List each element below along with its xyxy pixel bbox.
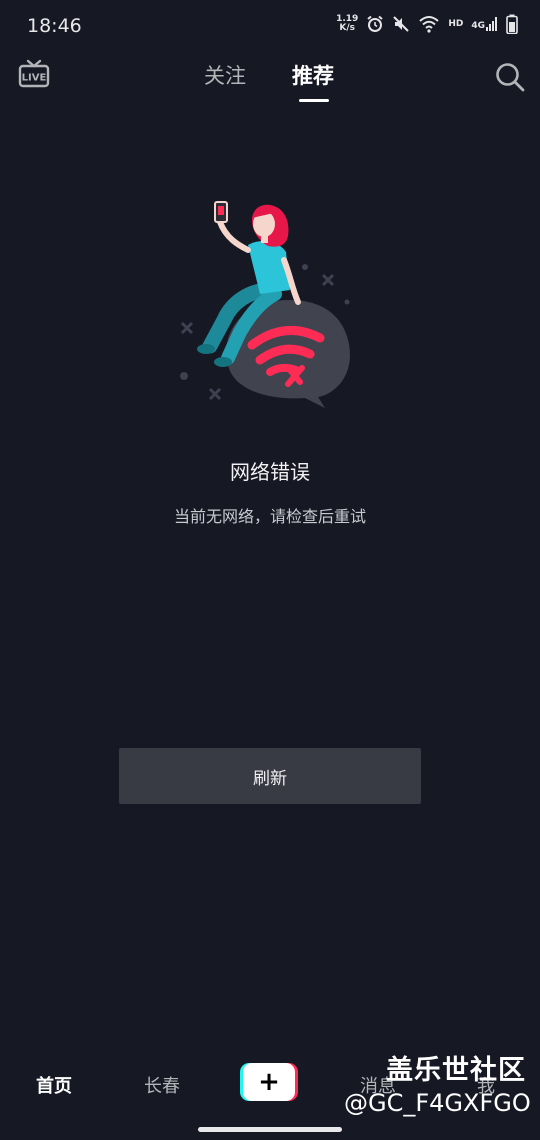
- network-error-illustration: [160, 190, 380, 420]
- hd-label: HD: [448, 19, 463, 29]
- refresh-button[interactable]: 刷新: [119, 748, 421, 804]
- top-nav: LIVE 关注 推荐: [0, 52, 540, 112]
- tab-city[interactable]: 长春: [144, 1072, 180, 1098]
- alarm-icon: [367, 15, 383, 32]
- plus-icon: +: [258, 1067, 280, 1097]
- battery-icon: [506, 14, 518, 34]
- network-type: 4G: [471, 21, 485, 31]
- net-speed-unit: K/s: [339, 23, 356, 33]
- signal-group: 4G: [471, 17, 498, 31]
- tab-recommend[interactable]: 推荐: [292, 60, 334, 90]
- wifi-icon: [419, 16, 439, 33]
- active-tab-indicator: [299, 99, 329, 102]
- status-icons: 1.19 K/s HD 4G: [336, 14, 518, 34]
- girl-on-wifi-bubble-icon: [180, 201, 350, 408]
- status-time: 18:46: [27, 15, 82, 37]
- hd-text: HD: [448, 19, 464, 29]
- error-title: 网络错误: [230, 460, 310, 484]
- tab-follow[interactable]: 关注: [204, 60, 246, 90]
- status-bar: 18:46 1.19 K/s HD 4G: [0, 0, 540, 52]
- tab-home[interactable]: 首页: [36, 1072, 72, 1098]
- mute-icon: [393, 16, 410, 32]
- add-video-button[interactable]: +: [240, 1063, 298, 1101]
- signal-icon: [486, 17, 497, 31]
- error-subtitle: 当前无网络，请检查后重试: [173, 507, 366, 526]
- home-indicator[interactable]: [198, 1127, 342, 1132]
- app-screen: 18:46 1.19 K/s HD 4G LIVE 关注 推荐 网络错误 当前无…: [0, 0, 540, 1140]
- watermark-id: @GC_F4GXFGO: [344, 1089, 531, 1117]
- net-speed: 1.19 K/s: [336, 15, 358, 33]
- watermark-title: 盖乐世社区: [386, 1055, 526, 1086]
- search-button[interactable]: [494, 61, 526, 93]
- feed-tabs: 关注 推荐: [0, 52, 540, 112]
- search-icon: [496, 63, 525, 92]
